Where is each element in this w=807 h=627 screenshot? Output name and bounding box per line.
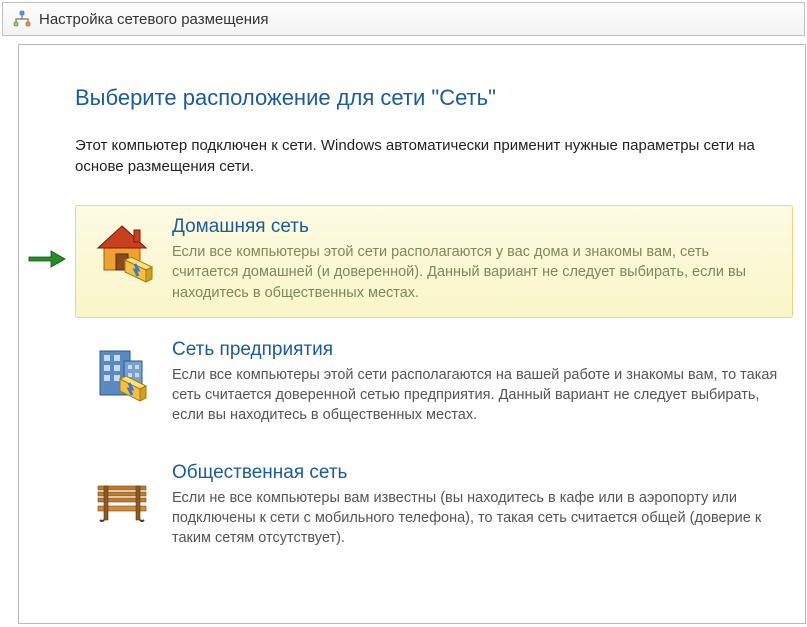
intro-text: Этот компьютер подключен к сети. Windows… [75, 135, 805, 177]
option-work-title: Сеть предприятия [172, 339, 778, 361]
option-public-text: Общественная сеть Если не все компьютеры… [172, 462, 778, 549]
option-public-title: Общественная сеть [172, 462, 778, 484]
option-home-title: Домашняя сеть [172, 216, 778, 238]
option-home-text: Домашняя сеть Если все компьютеры этой с… [172, 216, 778, 303]
content-area: Выберите расположение для сети "Сеть" Эт… [18, 44, 806, 624]
network-options: Домашняя сеть Если все компьютеры этой с… [75, 205, 805, 564]
option-work-text: Сеть предприятия Если все компьютеры это… [172, 339, 778, 426]
bench-icon [90, 462, 154, 549]
house-icon [90, 216, 154, 303]
selection-arrow-icon [27, 247, 67, 276]
option-home-network[interactable]: Домашняя сеть Если все компьютеры этой с… [75, 205, 793, 318]
network-settings-icon [13, 10, 31, 28]
option-work-desc: Если все компьютеры этой сети располагаю… [172, 365, 778, 426]
option-home-desc: Если все компьютеры этой сети располагаю… [172, 242, 778, 303]
option-work-network[interactable]: Сеть предприятия Если все компьютеры это… [75, 328, 793, 441]
office-icon [90, 339, 154, 426]
option-public-network[interactable]: Общественная сеть Если не все компьютеры… [75, 451, 793, 564]
window-titlebar: Настройка сетевого размещения [2, 2, 805, 36]
option-public-desc: Если не все компьютеры вам известны (вы … [172, 488, 778, 549]
window-title: Настройка сетевого размещения [39, 11, 269, 28]
page-heading: Выберите расположение для сети "Сеть" [75, 85, 805, 111]
